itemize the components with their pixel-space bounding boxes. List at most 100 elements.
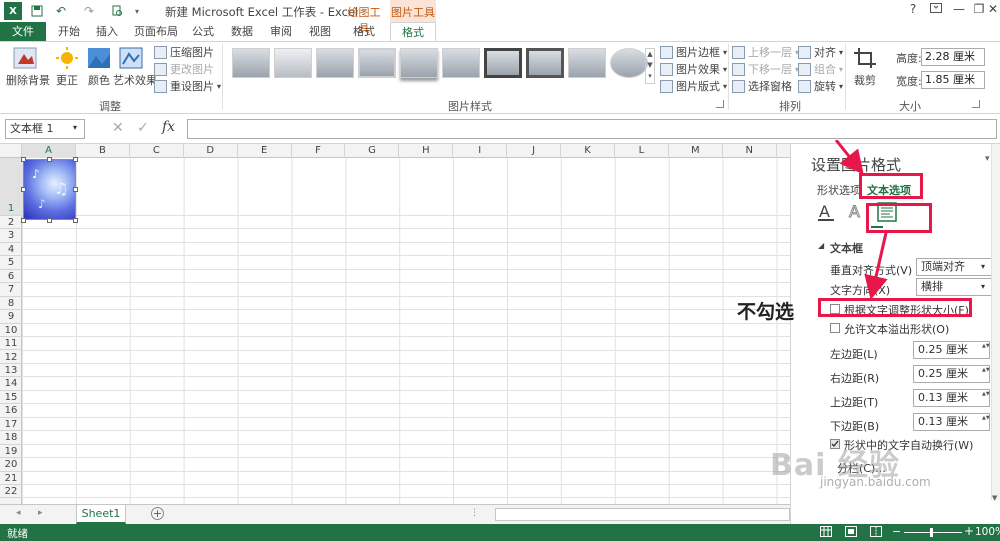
enter-icon[interactable]: ✓ xyxy=(137,120,149,136)
selection-pane-button[interactable]: 选择窗格 xyxy=(732,78,792,94)
row-header-6[interactable]: 6 xyxy=(0,270,22,284)
tab-formulas[interactable]: 公式 xyxy=(186,22,220,42)
tab-file[interactable]: 文件 xyxy=(0,22,46,42)
column-header-f[interactable]: F xyxy=(292,144,346,158)
prev-sheet-icon[interactable]: ◂ xyxy=(16,508,21,518)
resize-handle[interactable] xyxy=(21,157,26,162)
column-header-a[interactable]: A xyxy=(22,144,76,158)
row-header-7[interactable]: 7 xyxy=(0,283,22,297)
next-sheet-icon[interactable]: ▸ xyxy=(38,508,43,518)
resize-handle[interactable] xyxy=(73,157,78,162)
row-header-14[interactable]: 14 xyxy=(0,377,22,391)
right-margin-input[interactable]: 0.25 厘米 xyxy=(913,365,990,383)
insert-function-icon[interactable]: fx xyxy=(162,119,175,135)
row-header-10[interactable]: 10 xyxy=(0,324,22,338)
column-header-j[interactable]: J xyxy=(507,144,562,158)
picture-style-5[interactable] xyxy=(400,48,438,78)
height-input[interactable]: 2.28 厘米 xyxy=(921,48,985,66)
column-header-h[interactable]: H xyxy=(399,144,454,158)
redo-icon[interactable]: ↷ xyxy=(80,2,98,20)
name-box-dropdown-icon[interactable]: ▾ xyxy=(73,123,77,132)
row-header-20[interactable]: 20 xyxy=(0,458,22,472)
sheet-tab-sheet1[interactable]: Sheet1 xyxy=(76,505,126,524)
compress-pictures-button[interactable]: 压缩图片 xyxy=(154,44,214,60)
row-header-1[interactable]: 1 xyxy=(0,158,22,216)
row-header-11[interactable]: 11 xyxy=(0,337,22,351)
cancel-icon[interactable]: ✕ xyxy=(112,120,124,136)
row-header-21[interactable]: 21 xyxy=(0,472,22,485)
picture-style-1[interactable] xyxy=(232,48,270,78)
scroll-down-icon[interactable]: ▼ xyxy=(992,494,997,502)
align-button[interactable]: 对齐 ▾ xyxy=(798,44,843,60)
resize-handle[interactable] xyxy=(73,218,78,223)
resize-handle[interactable] xyxy=(47,157,52,162)
zoom-out-icon[interactable]: − xyxy=(892,525,901,538)
artistic-effects-icon[interactable] xyxy=(118,46,144,70)
resize-handle[interactable] xyxy=(73,187,78,192)
send-backward-button[interactable]: 下移一层 ▾ xyxy=(732,61,799,77)
column-header-b[interactable]: B xyxy=(76,144,130,158)
size-launcher-icon[interactable] xyxy=(972,100,980,108)
row-header-17[interactable]: 17 xyxy=(0,418,22,432)
color-icon[interactable] xyxy=(86,46,112,70)
zoom-slider-track[interactable] xyxy=(904,532,962,533)
minimize-button[interactable]: — xyxy=(948,2,970,20)
column-header-i[interactable]: I xyxy=(453,144,508,158)
row-header-5[interactable]: 5 xyxy=(0,256,22,270)
tab-view[interactable]: 视图 xyxy=(303,22,337,42)
column-header-m[interactable]: M xyxy=(669,144,723,158)
tab-data[interactable]: 数据 xyxy=(225,22,259,42)
tab-insert[interactable]: 插入 xyxy=(90,22,124,42)
tab-drawing-format[interactable]: 格式 xyxy=(343,22,385,42)
row-header-12[interactable]: 12 xyxy=(0,351,22,364)
add-sheet-button[interactable]: + xyxy=(151,507,164,520)
column-header-l[interactable]: L xyxy=(615,144,669,158)
tab-page-layout[interactable]: 页面布局 xyxy=(130,22,182,42)
rotate-button[interactable]: 旋转 ▾ xyxy=(798,78,843,94)
row-header-13[interactable]: 13 xyxy=(0,364,22,378)
row-header-19[interactable]: 19 xyxy=(0,445,22,459)
undo-icon[interactable]: ↶ xyxy=(52,2,70,20)
styles-gallery-scroll[interactable]: ▲ ▼ ▾ xyxy=(645,48,655,84)
column-header-e[interactable]: E xyxy=(238,144,292,158)
page-layout-view-icon[interactable] xyxy=(845,526,857,540)
column-header-k[interactable]: K xyxy=(561,144,615,158)
picture-effects-button[interactable]: 图片效果 ▾ xyxy=(660,61,727,77)
tab-split-handle[interactable]: ⋮ xyxy=(470,508,479,518)
picture-style-2[interactable] xyxy=(274,48,312,78)
horizontal-scrollbar[interactable] xyxy=(495,508,790,521)
picture-style-10[interactable] xyxy=(610,48,648,78)
row-header-8[interactable]: 8 xyxy=(0,297,22,311)
row-header-3[interactable]: 3 xyxy=(0,229,22,243)
tab-home[interactable]: 开始 xyxy=(52,22,86,42)
width-input[interactable]: 1.85 厘米 xyxy=(921,71,985,89)
row-header-4[interactable]: 4 xyxy=(0,243,22,257)
resize-handle[interactable] xyxy=(47,218,52,223)
group-objects-button[interactable]: 组合 ▾ xyxy=(798,61,843,77)
change-picture-button[interactable]: 更改图片 xyxy=(154,61,214,77)
row-header-18[interactable]: 18 xyxy=(0,431,22,445)
print-preview-icon[interactable] xyxy=(108,2,126,20)
row-header-16[interactable]: 16 xyxy=(0,404,22,418)
resize-handle[interactable] xyxy=(21,218,26,223)
picture-style-3[interactable] xyxy=(316,48,354,78)
help-button[interactable]: ? xyxy=(902,2,924,20)
bottom-margin-input[interactable]: 0.13 厘米 xyxy=(913,413,990,431)
ribbon-display-options-icon[interactable] xyxy=(925,2,947,20)
column-header-d[interactable]: D xyxy=(184,144,238,158)
remove-background-icon[interactable] xyxy=(12,46,38,70)
column-header-g[interactable]: G xyxy=(346,144,400,158)
zoom-in-icon[interactable]: + xyxy=(964,524,974,538)
crop-icon[interactable] xyxy=(852,46,878,70)
corrections-icon[interactable] xyxy=(54,46,80,70)
reset-picture-button[interactable]: 重设图片 ▾ xyxy=(154,78,221,94)
selected-picture[interactable]: ♪ ♫ ♪ xyxy=(23,159,76,220)
picture-style-7[interactable] xyxy=(484,48,522,78)
formula-input[interactable] xyxy=(187,119,997,139)
bring-forward-button[interactable]: 上移一层 ▾ xyxy=(732,44,799,60)
select-all-corner[interactable] xyxy=(0,144,22,158)
picture-border-button[interactable]: 图片边框 ▾ xyxy=(660,44,727,60)
close-button[interactable]: ✕ xyxy=(986,2,1000,20)
customize-quick-access-icon[interactable]: ▾ xyxy=(128,2,146,20)
normal-view-icon[interactable] xyxy=(820,526,832,540)
